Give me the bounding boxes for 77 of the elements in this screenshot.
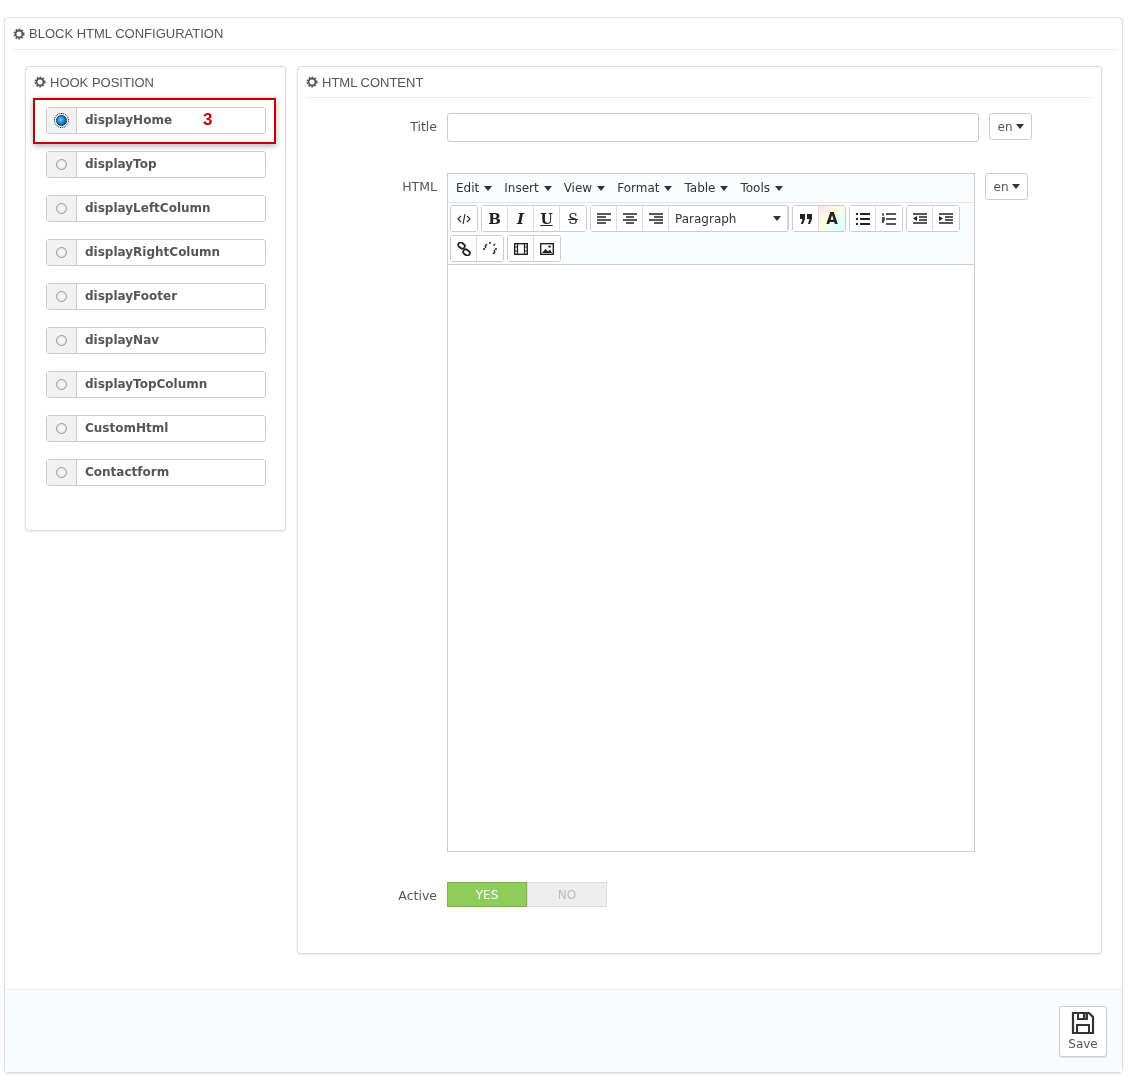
align-center-icon <box>622 212 637 225</box>
bold-button[interactable]: B <box>482 206 508 231</box>
radio-button[interactable] <box>56 423 67 434</box>
menu-item[interactable]: Edit <box>450 176 499 200</box>
gear-icon <box>306 76 318 88</box>
language-dropdown[interactable]: en <box>985 173 1028 200</box>
text-color-button[interactable]: A <box>819 206 845 231</box>
radio-button[interactable] <box>56 247 67 258</box>
hook-option[interactable]: displayTop <box>46 151 266 178</box>
hook-label: displayHome <box>84 112 173 129</box>
menu-item[interactable]: Tools <box>734 176 790 200</box>
hook-option[interactable]: displayLeftColumn <box>46 195 266 222</box>
gear-icon <box>34 76 46 88</box>
section-title: BLOCK HTML CONFIGURATION <box>29 26 224 41</box>
field-label: HTML <box>401 178 438 196</box>
link-icon <box>456 241 471 256</box>
indent-icon <box>939 212 953 225</box>
caret-icon <box>597 185 606 191</box>
hook-label: displayTopColumn <box>84 376 208 393</box>
menu-item[interactable]: Table <box>678 176 735 200</box>
code-icon <box>457 212 471 225</box>
image-icon <box>540 242 554 255</box>
caret-icon <box>720 185 729 191</box>
caret-icon <box>543 185 552 191</box>
radio-button[interactable] <box>56 335 67 346</box>
title-field[interactable] <box>447 113 979 142</box>
menu-item[interactable]: Format <box>611 176 679 200</box>
film-icon <box>513 242 528 255</box>
hook-option[interactable]: displayRightColumn <box>46 239 266 266</box>
toolbar-button[interactable] <box>850 206 876 231</box>
save-button[interactable]: Save <box>1059 1005 1107 1057</box>
hook-option[interactable]: CustomHtml <box>46 415 266 442</box>
language-dropdown[interactable]: en <box>989 113 1032 140</box>
hook-label: Contactform <box>84 464 170 481</box>
align-left-icon <box>596 212 611 225</box>
quote-icon <box>798 212 813 225</box>
caret-icon <box>1015 124 1024 129</box>
radio-button[interactable] <box>56 467 67 478</box>
caret-icon <box>484 185 493 191</box>
toolbar-button[interactable] <box>508 236 534 261</box>
panel-title: HOOK POSITION <box>50 74 154 90</box>
caret-icon <box>1011 184 1020 189</box>
unlink-icon <box>483 241 497 256</box>
field-label: Active <box>397 887 438 905</box>
hook-label: displayRightColumn <box>84 244 221 261</box>
hook-label: displayFooter <box>84 288 178 305</box>
caret-icon <box>773 216 781 221</box>
radio-button[interactable] <box>56 379 67 390</box>
hook-option[interactable]: displayTopColumn <box>46 371 266 398</box>
radio-button[interactable] <box>56 115 67 126</box>
outdent-icon <box>912 212 927 225</box>
menu-item[interactable]: Insert <box>498 176 558 200</box>
radio-button[interactable] <box>56 159 67 170</box>
callout-number: 3 <box>203 110 213 130</box>
field-label: Title <box>409 118 438 136</box>
toolbar-button[interactable] <box>451 236 477 261</box>
hook-option[interactable]: displayFooter <box>46 283 266 310</box>
toolbar-button[interactable] <box>591 206 617 231</box>
radio-button[interactable] <box>56 291 67 302</box>
panel-title: HTML CONTENT <box>322 74 424 90</box>
hook-label: displayLeftColumn <box>84 200 211 217</box>
numbered-list-icon <box>882 212 896 225</box>
radio-button[interactable] <box>56 203 67 214</box>
bullet-list-icon <box>855 212 870 225</box>
caret-icon <box>664 185 673 191</box>
gear-icon <box>13 27 25 40</box>
toolbar-button[interactable] <box>451 206 477 231</box>
hook-label: displayNav <box>84 332 160 349</box>
hook-label: CustomHtml <box>84 420 169 437</box>
hook-label: displayTop <box>84 156 157 173</box>
hook-option[interactable]: Contactform <box>46 459 266 486</box>
toolbar-button[interactable] <box>793 206 819 231</box>
toolbar-button[interactable] <box>907 206 933 231</box>
hook-option[interactable]: displayNav <box>46 327 266 354</box>
menu-item[interactable]: View <box>557 176 612 200</box>
caret-icon <box>775 185 784 191</box>
align-right-icon <box>648 212 663 225</box>
